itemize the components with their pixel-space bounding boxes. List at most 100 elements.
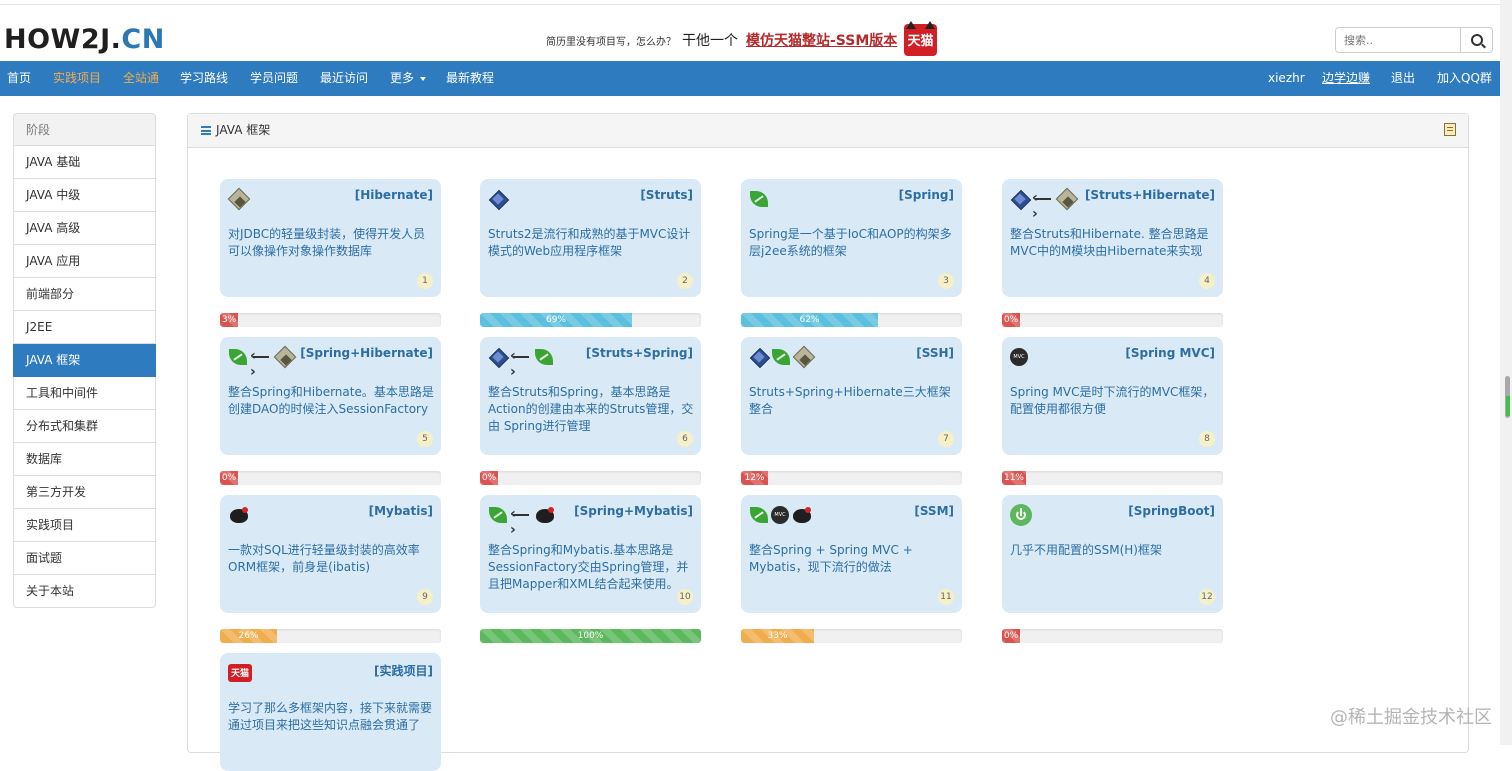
sidebar-item[interactable]: 前端部分 xyxy=(13,278,156,311)
sidebar-item[interactable]: JAVA 应用 xyxy=(13,245,156,278)
search-input[interactable] xyxy=(1335,27,1461,53)
sidebar-item[interactable]: 数据库 xyxy=(13,443,156,476)
card-number-badge: 8 xyxy=(1199,431,1215,447)
card-title[interactable]: [Spring+Hibernate] xyxy=(300,346,433,360)
sidebar-item[interactable]: J2EE xyxy=(13,311,156,344)
framework-card[interactable]: [Struts] Struts2是流行和成熟的基于MVC设计模式的Web应用程序框… xyxy=(480,179,701,297)
sidebar-item[interactable]: 分布式和集群 xyxy=(13,410,156,443)
framework-card[interactable]: [Struts+Hibernate] 整合Struts和Hibernate. 整合… xyxy=(1002,179,1223,297)
card-title[interactable]: [Struts+Spring] xyxy=(586,346,693,360)
framework-card[interactable]: MVC [SSM] 整合Spring + Spring MVC + Mybatis，… xyxy=(741,495,962,613)
hibernate-icon xyxy=(793,347,813,367)
card-icons xyxy=(488,345,554,380)
nav-item-1[interactable]: 实践项目 xyxy=(53,61,101,96)
card-description: 整合Spring和Hibernate。基本思路是创建DAO的时候注入Sessio… xyxy=(228,385,434,416)
search-button[interactable] xyxy=(1460,27,1493,53)
header-promo: 简历里没有项目写，怎么办？ 干他一个 模仿天猫整站-SSM版本 xyxy=(546,30,897,50)
sidebar-item[interactable]: JAVA 框架 xyxy=(13,344,156,377)
tmall-icon: 天猫 xyxy=(228,664,252,682)
panel-title: JAVA 框架 xyxy=(216,123,271,137)
card-title[interactable]: [Spring+Mybatis] xyxy=(574,504,693,518)
card-description: 整合Struts和Spring，基本思路是Action的创建由本来的Struts… xyxy=(488,385,694,433)
sidebar-item[interactable]: JAVA 中级 xyxy=(13,179,156,212)
sidebar-item[interactable]: 工具和中间件 xyxy=(13,377,156,410)
nav-right-item-0[interactable]: xiezhr xyxy=(1268,61,1305,96)
stage-sidebar: 阶段 JAVA 基础 JAVA 中级 JAVA 高级 JAVA 应用 前端部分 J2EE J… xyxy=(13,113,156,608)
progress-fill: 69% xyxy=(480,313,632,327)
spring-icon xyxy=(749,505,769,525)
framework-card[interactable]: [Spring] Spring是一个基于IoC和AOP的构架多层j2ee系统的框架… xyxy=(741,179,962,297)
progress-bar: 0% xyxy=(1002,629,1223,643)
progress-bar: 12% xyxy=(741,471,962,485)
card-title[interactable]: [SpringBoot] xyxy=(1128,504,1215,518)
card-description: 整合Spring和Mybatis.基本思路是SessionFactory交由Sp… xyxy=(488,543,689,591)
top-border xyxy=(0,0,1500,5)
site-logo[interactable]: HOW2J.CN xyxy=(4,24,165,55)
card-title[interactable]: [SSH] xyxy=(916,346,954,360)
sidebar-item[interactable]: JAVA 基础 xyxy=(13,146,156,179)
note-icon[interactable] xyxy=(1444,123,1456,136)
card-icons xyxy=(1010,503,1032,527)
framework-card[interactable]: [Hibernate] 对JDBC的轻量级封装，使得开发人员可以像操作对象操作数据… xyxy=(220,179,441,297)
nav-item-6[interactable]: 更多 xyxy=(390,61,414,96)
page-scrollbar[interactable] xyxy=(1500,0,1512,745)
sidebar-item[interactable]: 实践项目 xyxy=(13,509,156,542)
progress-fill: 3% xyxy=(220,313,238,327)
hibernate-icon xyxy=(228,189,248,209)
struts-icon xyxy=(749,347,769,367)
card-description: Spring MVC是时下流行的MVC框架，配置使用都很方便 xyxy=(1010,385,1215,416)
hibernate-icon xyxy=(274,347,294,367)
progress-bar: 69% xyxy=(480,313,701,327)
nav-item-3[interactable]: 学习路线 xyxy=(180,61,228,96)
sidebar-item[interactable]: JAVA 高级 xyxy=(13,212,156,245)
card-icons xyxy=(228,345,294,380)
progress-bar: 0% xyxy=(220,471,441,485)
progress-fill: 62% xyxy=(741,313,878,327)
nav-right-item-3[interactable]: 加入QQ群 xyxy=(1437,61,1492,96)
framework-card[interactable]: [Spring+Mybatis] 整合Spring和Mybatis.基本思路是Se… xyxy=(480,495,701,613)
spring-icon xyxy=(749,189,769,209)
spring-icon xyxy=(488,505,508,525)
tmall-cat-icon[interactable]: 天猫 xyxy=(904,21,937,56)
nav-item-7[interactable]: 最新教程 xyxy=(446,61,494,96)
framework-card[interactable]: 天猫 [实践项目] 学习了那么多框架内容，接下来就需要通过项目来把这些知识点融会贯通… xyxy=(220,653,441,771)
card-number-badge: 12 xyxy=(1199,589,1215,605)
nav-item-0[interactable]: 首页 xyxy=(7,61,31,96)
card-number-badge: 11 xyxy=(938,589,954,605)
progress-fill: 100% xyxy=(480,629,701,643)
card-number-badge: 4 xyxy=(1199,273,1215,289)
sidebar-item[interactable]: 面试题 xyxy=(13,542,156,575)
card-title[interactable]: [Spring MVC] xyxy=(1125,346,1215,360)
sidebar-item[interactable]: 关于本站 xyxy=(13,575,156,608)
framework-card[interactable]: [Struts+Spring] 整合Struts和Spring，基本思路是Acti… xyxy=(480,337,701,455)
promo-mid-text: 干他一个 xyxy=(682,33,738,49)
nav-item-5[interactable]: 最近访问 xyxy=(320,61,368,96)
card-number-badge: 2 xyxy=(677,273,693,289)
card-number-badge: 10 xyxy=(677,589,693,605)
framework-card[interactable]: MVC [Spring MVC] Spring MVC是时下流行的MVC框架，配置使… xyxy=(1002,337,1223,455)
card-number-badge: 6 xyxy=(677,431,693,447)
card-icons xyxy=(488,187,508,211)
progress-fill: 0% xyxy=(220,471,238,485)
framework-card[interactable]: [SSH] Struts+Spring+Hibernate三大框架整合 7 xyxy=(741,337,962,455)
card-title[interactable]: [SSM] xyxy=(914,504,954,518)
nav-right-item-2[interactable]: 退出 xyxy=(1391,61,1415,96)
card-title[interactable]: [Struts+Hibernate] xyxy=(1085,188,1215,202)
nav-item-2[interactable]: 全站通 xyxy=(123,61,159,96)
nav-item-4[interactable]: 学员问题 xyxy=(250,61,298,96)
framework-card[interactable]: [SpringBoot] 几乎不用配置的SSM(H)框架 12 xyxy=(1002,495,1223,613)
card-number-badge: 7 xyxy=(938,431,954,447)
framework-card[interactable]: [Mybatis] 一款对SQL进行轻量级封装的高效率ORM框架，前身是(ibat… xyxy=(220,495,441,613)
sidebar-item[interactable]: 第三方开发 xyxy=(13,476,156,509)
card-title[interactable]: [Spring] xyxy=(899,188,954,202)
card-title[interactable]: [Hibernate] xyxy=(355,188,433,202)
card-title[interactable]: [实践项目] xyxy=(374,662,433,679)
card-title[interactable]: [Mybatis] xyxy=(369,504,433,518)
card-description: 整合Spring + Spring MVC + Mybatis，现下流行的做法 xyxy=(749,543,913,574)
progress-fill: 26% xyxy=(220,629,277,643)
promo-link[interactable]: 模仿天猫整站-SSM版本 xyxy=(746,33,897,49)
nav-right-item-1[interactable]: 边学边赚 xyxy=(1322,61,1370,96)
card-title[interactable]: [Struts] xyxy=(640,188,693,202)
mybatis-icon xyxy=(534,505,554,525)
framework-card[interactable]: [Spring+Hibernate] 整合Spring和Hibernate。基本思… xyxy=(220,337,441,455)
